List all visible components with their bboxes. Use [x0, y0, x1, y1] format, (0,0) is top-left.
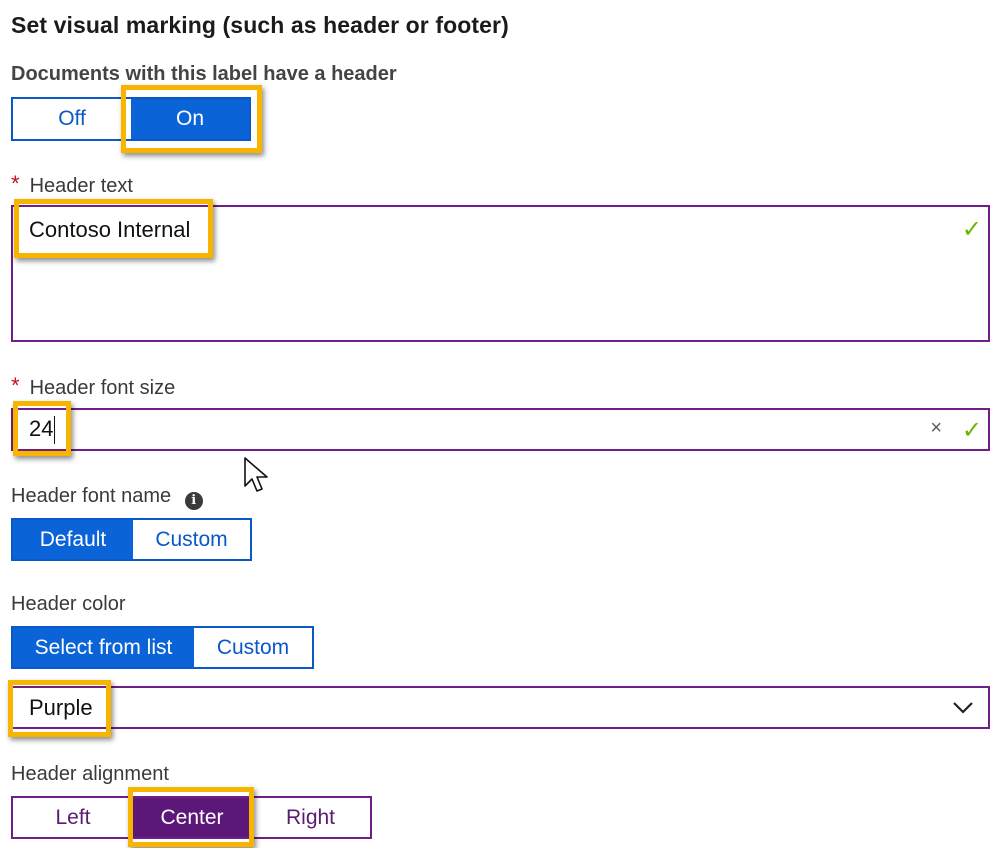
header-font-size-value-wrap: 24 — [29, 416, 56, 445]
header-color-toggle: Select from list Custom — [11, 626, 314, 669]
info-icon[interactable]: i — [184, 491, 203, 510]
header-toggle-on[interactable]: On — [131, 99, 249, 139]
header-text-label-row: * Header text — [11, 171, 133, 198]
section-title: Set visual marking (such as header or fo… — [11, 12, 509, 38]
header-alignment-toggle: Left Center Right — [11, 796, 372, 839]
checkmark-icon: ✓ — [961, 417, 982, 444]
alignment-left-option[interactable]: Left — [13, 798, 133, 837]
alignment-right-option[interactable]: Right — [251, 798, 370, 837]
header-color-label: Header color — [11, 593, 126, 615]
alignment-center-option[interactable]: Center — [133, 798, 251, 837]
header-toggle-off[interactable]: Off — [13, 99, 131, 139]
font-name-custom-option[interactable]: Custom — [133, 520, 250, 559]
header-alignment-label: Header alignment — [11, 763, 169, 785]
color-select-from-list-option[interactable]: Select from list — [13, 628, 194, 667]
color-custom-option[interactable]: Custom — [194, 628, 312, 667]
header-font-name-toggle: Default Custom — [11, 518, 252, 561]
header-color-dropdown[interactable]: Purple — [11, 686, 990, 729]
checkmark-icon: ✓ — [961, 216, 982, 243]
header-font-size-input[interactable]: 24 × ✓ — [11, 408, 990, 451]
chevron-down-icon[interactable] — [952, 701, 974, 715]
header-toggle: Off On — [11, 97, 251, 141]
mouse-pointer-icon — [244, 457, 268, 492]
header-color-dropdown-value: Purple — [29, 695, 93, 720]
header-text-label: Header text — [29, 175, 133, 197]
font-name-default-option[interactable]: Default — [13, 520, 133, 559]
header-font-name-label-row: Header font name i — [11, 485, 203, 510]
text-caret — [54, 416, 56, 445]
header-font-name-label: Header font name — [11, 485, 172, 507]
clear-icon[interactable]: × — [930, 417, 942, 440]
header-toggle-label: Documents with this label have a header — [11, 63, 397, 85]
required-asterisk: * — [11, 171, 20, 196]
header-text-value: Contoso Internal — [29, 217, 191, 242]
header-font-size-label: Header font size — [29, 377, 176, 399]
required-asterisk: * — [11, 373, 20, 398]
header-font-size-value: 24 — [29, 416, 54, 441]
header-font-size-label-row: * Header font size — [11, 373, 176, 400]
header-text-input[interactable]: Contoso Internal ✓ — [11, 205, 990, 342]
